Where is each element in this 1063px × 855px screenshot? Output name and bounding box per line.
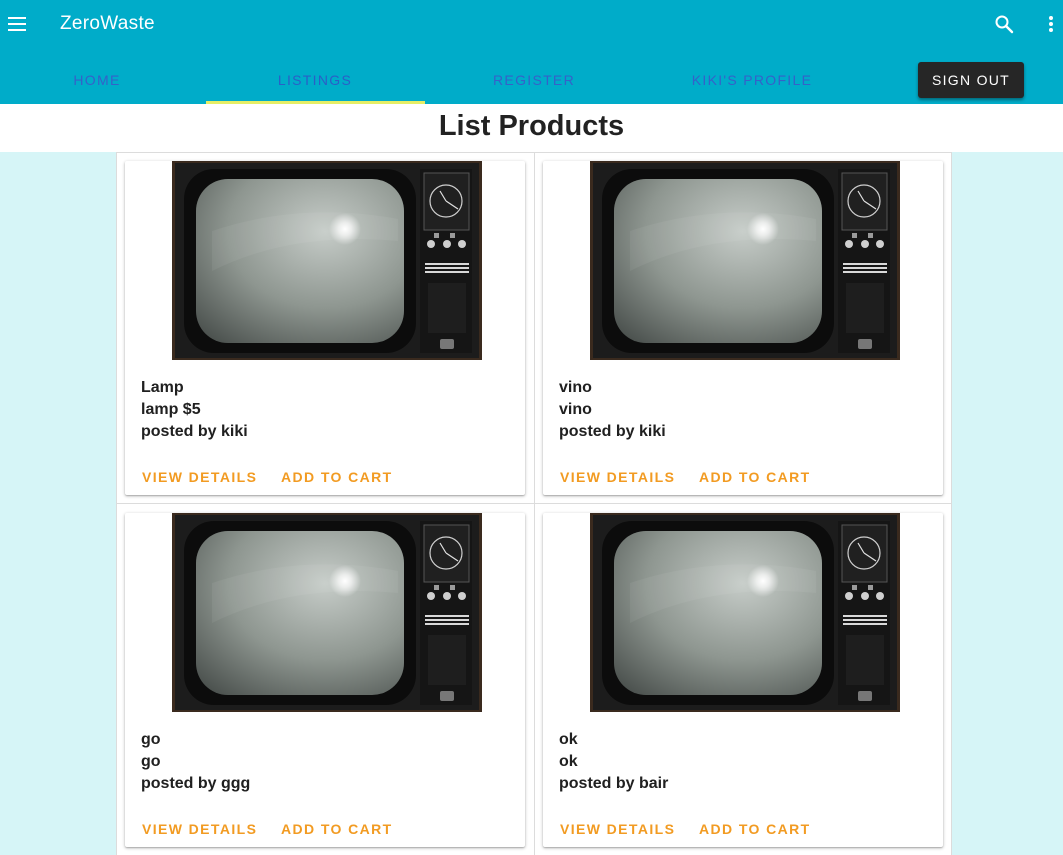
search-icon [995, 15, 1014, 34]
tab-profile[interactable]: KIKI'S PROFILE [643, 56, 861, 104]
nav-tabs: HOME LISTINGS REGISTER KIKI'S PROFILE SI… [0, 56, 1063, 104]
product-description: ok [559, 753, 578, 770]
retro-tv-image [590, 161, 900, 360]
product-description: lamp $5 [141, 401, 201, 418]
product-posted-by: posted by kiki [559, 423, 666, 440]
search-button[interactable] [990, 10, 1018, 38]
add-to-cart-button[interactable]: ADD TO CART [690, 463, 820, 491]
tab-listings[interactable]: LISTINGS [206, 56, 424, 104]
product-card: ok ok posted by bair VIEW DETAILS ADD TO… [543, 513, 943, 847]
add-to-cart-button[interactable]: ADD TO CART [690, 815, 820, 843]
product-card: go go posted by ggg VIEW DETAILS ADD TO … [125, 513, 525, 847]
view-details-button[interactable]: VIEW DETAILS [551, 463, 684, 491]
product-info: go go posted by ggg [141, 729, 250, 795]
product-name: Lamp [141, 379, 184, 396]
product-description: vino [559, 401, 592, 418]
grid-divider [116, 503, 952, 504]
view-details-button[interactable]: VIEW DETAILS [551, 815, 684, 843]
menu-icon [8, 17, 26, 31]
sign-out-button[interactable]: SIGN OUT [918, 62, 1024, 98]
app-title: ZeroWaste [60, 13, 155, 34]
page-title: List Products [438, 110, 625, 142]
toolbar: ZeroWaste [0, 0, 1063, 50]
tab-register[interactable]: REGISTER [425, 56, 643, 104]
product-posted-by: posted by kiki [141, 423, 248, 440]
menu-button[interactable] [0, 7, 34, 41]
product-name: ok [559, 731, 578, 748]
product-info: vino vino posted by kiki [559, 377, 666, 443]
product-posted-by: posted by ggg [141, 775, 251, 792]
app-bar: ZeroWaste HOME LISTINGS REGISTER KIKI'S … [0, 0, 1063, 104]
product-name: vino [559, 379, 592, 396]
add-to-cart-button[interactable]: ADD TO CART [272, 463, 402, 491]
retro-tv-image [172, 513, 482, 712]
retro-tv-image [172, 161, 482, 360]
view-details-button[interactable]: VIEW DETAILS [133, 463, 266, 491]
product-posted-by: posted by bair [559, 775, 669, 792]
product-info: ok ok posted by bair [559, 729, 668, 795]
add-to-cart-button[interactable]: ADD TO CART [272, 815, 402, 843]
retro-tv-image [590, 513, 900, 712]
grid-divider [116, 152, 952, 153]
product-description: go [141, 753, 161, 770]
view-details-button[interactable]: VIEW DETAILS [133, 815, 266, 843]
more-options-button[interactable] [1040, 10, 1062, 38]
product-card: Lamp lamp $5 posted by kiki VIEW DETAILS… [125, 161, 525, 495]
product-name: go [141, 731, 161, 748]
more-vert-icon [1049, 16, 1053, 32]
tab-home[interactable]: HOME [0, 56, 206, 104]
product-card: vino vino posted by kiki VIEW DETAILS AD… [543, 161, 943, 495]
product-info: Lamp lamp $5 posted by kiki [141, 377, 248, 443]
